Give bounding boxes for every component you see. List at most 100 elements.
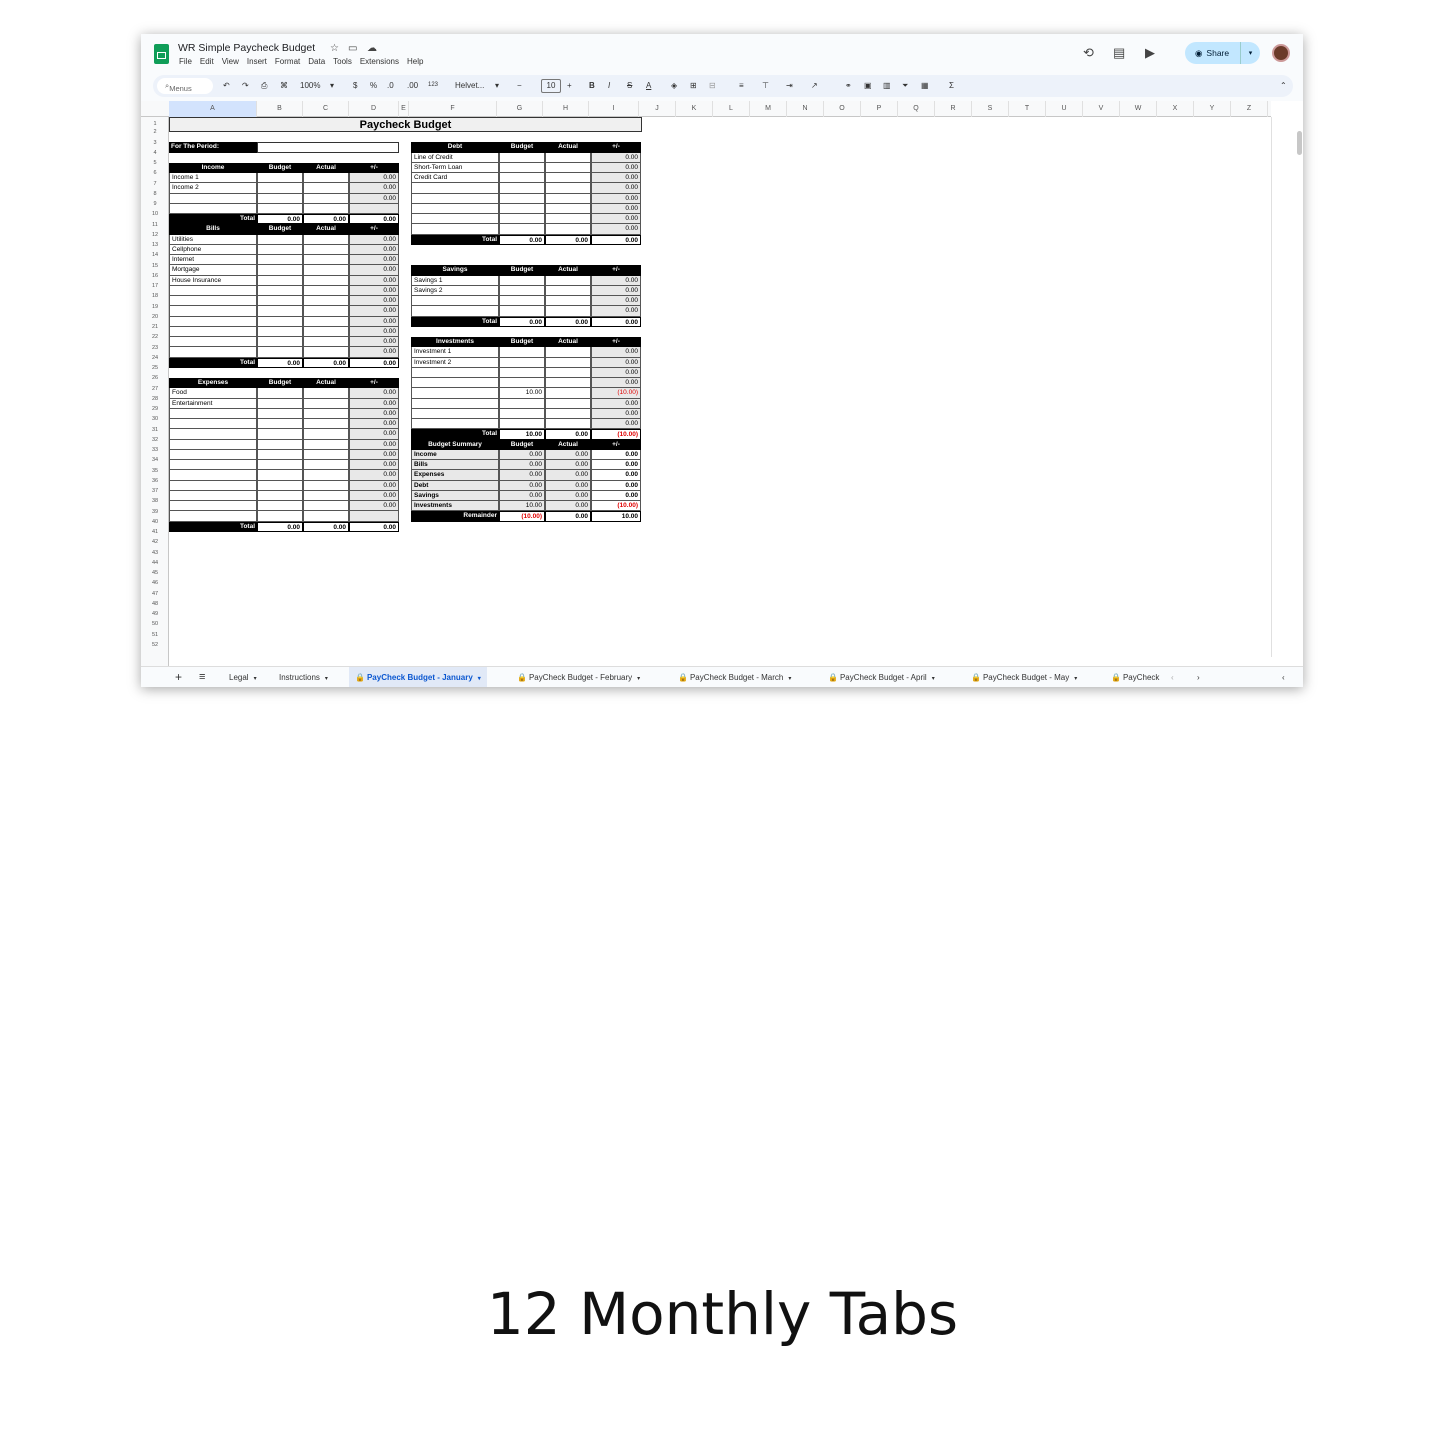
savings-budget-cell[interactable] <box>499 275 545 286</box>
column-header-j[interactable]: J <box>639 101 676 117</box>
investments-item[interactable]: Investment 1 <box>411 347 499 358</box>
debt-budget-cell[interactable] <box>499 203 545 214</box>
column-header-m[interactable]: M <box>750 101 787 117</box>
share-button[interactable]: ◉ Share ▾ <box>1185 42 1260 64</box>
zoom-dropdown-icon[interactable]: ▾ <box>330 81 334 90</box>
more-formats-button[interactable]: 123 <box>428 82 438 88</box>
paint-format-icon[interactable]: ⌘ <box>280 81 288 90</box>
row-header-36[interactable]: 36 <box>141 476 169 486</box>
column-header-v[interactable]: V <box>1083 101 1120 117</box>
bills-actual-cell[interactable] <box>303 296 349 307</box>
row-header-17[interactable]: 17 <box>141 281 169 291</box>
savings-budget-cell[interactable] <box>499 306 545 317</box>
expenses-actual-cell[interactable] <box>303 388 349 399</box>
debt-budget-cell[interactable] <box>499 183 545 194</box>
bills-item[interactable]: Internet <box>169 255 257 266</box>
column-header-l[interactable]: L <box>713 101 750 117</box>
expenses-item[interactable]: Food <box>169 388 257 399</box>
column-header-t[interactable]: T <box>1009 101 1046 117</box>
star-icon[interactable]: ☆ <box>330 43 339 54</box>
bills-actual-cell[interactable] <box>303 337 349 348</box>
row-header-24[interactable]: 24 <box>141 353 169 363</box>
insert-comment-icon[interactable]: ▣ <box>864 81 872 90</box>
investments-budget-cell[interactable] <box>499 378 545 389</box>
expenses-actual-cell[interactable] <box>303 419 349 430</box>
row-header-11[interactable]: 11 <box>141 220 169 230</box>
investments-item[interactable]: Investment 2 <box>411 357 499 368</box>
menu-file[interactable]: File <box>179 57 192 66</box>
row-header-29[interactable]: 29 <box>141 404 169 414</box>
bills-budget-cell[interactable] <box>257 275 303 286</box>
add-sheet-icon[interactable]: + <box>169 667 188 687</box>
savings-item[interactable]: Savings 1 <box>411 275 499 286</box>
row-header-18[interactable]: 18 <box>141 291 169 301</box>
merge-cells-icon[interactable]: ⊟ <box>709 81 716 90</box>
bills-budget-cell[interactable] <box>257 347 303 358</box>
bills-actual-cell[interactable] <box>303 285 349 296</box>
italic-button[interactable]: I <box>608 81 610 90</box>
bills-actual-cell[interactable] <box>303 306 349 317</box>
investments-item[interactable] <box>411 378 499 389</box>
debt-actual-cell[interactable] <box>545 224 591 235</box>
expenses-item[interactable] <box>169 449 257 460</box>
debt-item[interactable]: Credit Card <box>411 173 499 184</box>
debt-budget-cell[interactable] <box>499 162 545 173</box>
text-wrap-icon[interactable]: ⇥ <box>786 81 793 90</box>
row-header-27[interactable]: 27 <box>141 384 169 394</box>
bills-budget-cell[interactable] <box>257 316 303 327</box>
expenses-budget-cell[interactable] <box>257 501 303 512</box>
bills-actual-cell[interactable] <box>303 234 349 245</box>
investments-item[interactable] <box>411 419 499 430</box>
expenses-budget-cell[interactable] <box>257 460 303 471</box>
tab-paycheck-budget-january[interactable]: 🔒 PayCheck Budget - January ▾ <box>349 667 487 687</box>
tab-legal[interactable]: Legal ▾ <box>223 667 263 687</box>
column-header-f[interactable]: F <box>409 101 497 117</box>
bills-budget-cell[interactable] <box>257 296 303 307</box>
vertical-align-icon[interactable]: ⊤ <box>762 81 769 90</box>
bills-budget-cell[interactable] <box>257 244 303 255</box>
scroll-tabs-right-icon[interactable]: › <box>1191 667 1206 687</box>
investments-budget-cell[interactable]: 10.00 <box>499 388 545 399</box>
bills-item[interactable] <box>169 296 257 307</box>
expenses-budget-cell[interactable] <box>257 470 303 481</box>
column-header-d[interactable]: D <box>349 101 399 117</box>
tab-dropdown-icon[interactable]: ▾ <box>254 676 257 682</box>
row-header-51[interactable]: 51 <box>141 630 169 640</box>
row-header-42[interactable]: 42 <box>141 537 169 547</box>
bills-actual-cell[interactable] <box>303 347 349 358</box>
expenses-actual-cell[interactable] <box>303 460 349 471</box>
savings-actual-cell[interactable] <box>545 306 591 317</box>
bills-actual-cell[interactable] <box>303 316 349 327</box>
row-header-4[interactable]: 4 <box>141 148 169 158</box>
income-item[interactable] <box>169 193 257 204</box>
document-title[interactable]: WR Simple Paycheck Budget <box>178 42 315 54</box>
row-header-50[interactable]: 50 <box>141 619 169 629</box>
investments-actual-cell[interactable] <box>545 419 591 430</box>
expenses-item[interactable] <box>169 439 257 450</box>
column-header-e[interactable]: E <box>399 101 409 117</box>
menu-help[interactable]: Help <box>407 57 423 66</box>
investments-item[interactable] <box>411 388 499 399</box>
row-header-39[interactable]: 39 <box>141 507 169 517</box>
column-header-y[interactable]: Y <box>1194 101 1231 117</box>
debt-actual-cell[interactable] <box>545 193 591 204</box>
investments-item[interactable] <box>411 367 499 378</box>
debt-budget-cell[interactable] <box>499 193 545 204</box>
bills-budget-cell[interactable] <box>257 306 303 317</box>
row-header-20[interactable]: 20 <box>141 312 169 322</box>
income-budget-cell[interactable] <box>257 173 303 184</box>
bills-item[interactable] <box>169 337 257 348</box>
investments-budget-cell[interactable] <box>499 347 545 358</box>
savings-budget-cell[interactable] <box>499 285 545 296</box>
bills-budget-cell[interactable] <box>257 285 303 296</box>
row-header-28[interactable]: 28 <box>141 394 169 404</box>
income-actual-cell[interactable] <box>303 173 349 184</box>
row-header-14[interactable]: 14 <box>141 250 169 260</box>
row-header-9[interactable]: 9 <box>141 199 169 209</box>
increase-font-size-icon[interactable]: + <box>567 81 572 90</box>
menu-tools[interactable]: Tools <box>333 57 352 66</box>
menu-insert[interactable]: Insert <box>247 57 267 66</box>
savings-actual-cell[interactable] <box>545 296 591 307</box>
investments-budget-cell[interactable] <box>499 419 545 430</box>
debt-actual-cell[interactable] <box>545 214 591 225</box>
